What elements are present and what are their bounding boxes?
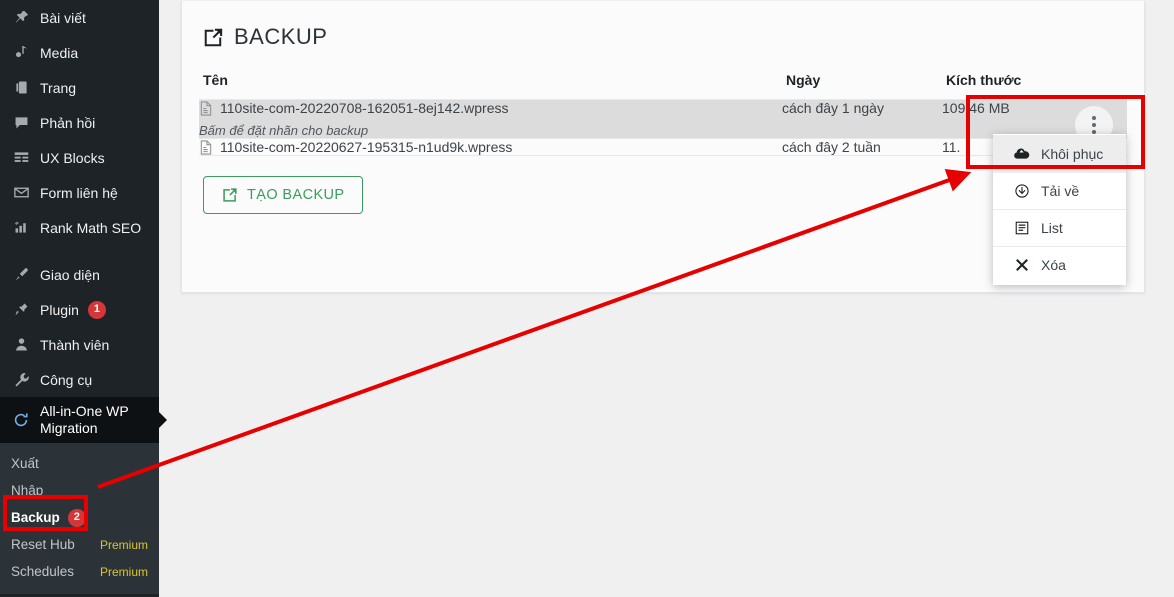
table-row[interactable]: 110site-com-20220708-162051-8ej142.wpres… — [199, 99, 1127, 144]
sidebar-item-posts[interactable]: Bài viết — [0, 0, 159, 35]
sidebar-item-label: Media — [40, 44, 79, 61]
screen: Bài viết Media Trang Phản hồi UX Blocks — [0, 0, 1174, 597]
sidebar-item-pages[interactable]: Trang — [0, 70, 159, 105]
backup-size-cell: 109,46 MB — [942, 99, 1127, 144]
sidebar-item-appearance[interactable]: Giao diện — [0, 257, 159, 292]
submenu-item-label: Xuất — [11, 456, 39, 471]
submenu-item-label: Nhập — [11, 483, 44, 498]
backup-date-cell: cách đây 1 ngày — [782, 99, 942, 139]
pages-icon — [11, 78, 31, 98]
seo-chart-icon — [11, 218, 31, 238]
submenu-item-reset-hub[interactable]: Reset Hub Premium — [0, 531, 159, 558]
page-title: BACKUP — [182, 1, 1144, 50]
wrench-icon — [11, 370, 31, 390]
sidebar-item-contact-form[interactable]: Form liên hệ — [0, 175, 159, 210]
blocks-icon — [11, 148, 31, 168]
sidebar-item-comments[interactable]: Phản hồi — [0, 105, 159, 140]
sidebar-item-users[interactable]: Thành viên — [0, 327, 159, 362]
sidebar-item-ux-blocks[interactable]: UX Blocks — [0, 140, 159, 175]
sidebar-item-label: Phản hồi — [40, 114, 96, 131]
submenu-item-schedules[interactable]: Schedules Premium — [0, 558, 159, 585]
sidebar-item-label: UX Blocks — [40, 149, 105, 166]
column-header-date: Ngày — [782, 72, 942, 100]
sidebar-item-label: Plugin — [40, 301, 79, 318]
sidebar-item-all-in-one-wp-migration[interactable]: All-in-One WP Migration — [0, 397, 167, 443]
kebab-dot — [1092, 123, 1096, 127]
sidebar-item-rank-math-seo[interactable]: Rank Math SEO — [0, 210, 159, 245]
sidebar-item-label: Form liên hệ — [40, 184, 118, 201]
menu-item-download[interactable]: Tải về — [993, 172, 1126, 209]
menu-item-label: Tải về — [1041, 183, 1080, 199]
cloud-restore-icon — [1013, 145, 1030, 162]
submenu-item-export[interactable]: Xuất — [0, 450, 159, 477]
backup-date-cell: cách đây 2 tuần — [782, 138, 942, 156]
backup-file-name: 110site-com-20220627-195315-n1ud9k.wpres… — [220, 139, 513, 155]
premium-tag: Premium — [99, 537, 148, 552]
admin-sidebar: Bài viết Media Trang Phản hồi UX Blocks — [0, 0, 167, 597]
sidebar-item-media[interactable]: Media — [0, 35, 159, 70]
premium-tag: Premium — [99, 564, 148, 579]
backup-file: 110site-com-20220627-195315-n1ud9k.wpres… — [199, 139, 782, 155]
table-header-row: Tên Ngày Kích thước — [199, 72, 1127, 100]
submenu-item-import[interactable]: Nhập — [0, 477, 159, 504]
migration-icon — [11, 410, 31, 430]
close-x-icon — [1013, 257, 1030, 274]
backup-file-name: 110site-com-20220708-162051-8ej142.wpres… — [220, 100, 509, 116]
sidebar-item-tools[interactable]: Công cụ — [0, 362, 159, 397]
brush-icon — [11, 265, 31, 285]
download-icon — [1013, 183, 1030, 200]
sidebar-item-label: Giao diện — [40, 266, 100, 283]
file-icon — [199, 100, 213, 116]
submenu-item-backup[interactable]: Backup 2 — [0, 504, 159, 531]
sidebar-item-label: Bài viết — [40, 9, 86, 26]
column-header-name: Tên — [199, 72, 782, 100]
kebab-dot — [1092, 116, 1096, 120]
sidebar-item-label: Thành viên — [40, 336, 110, 353]
backup-label-hint[interactable]: Bấm để đặt nhãn cho backup — [199, 123, 782, 138]
backup-file: 110site-com-20220708-162051-8ej142.wpres… — [199, 100, 782, 116]
backup-size-text: 109,46 MB — [942, 100, 1010, 116]
menu-item-label: Khôi phục — [1041, 145, 1104, 162]
menu-item-delete[interactable]: Xóa — [993, 246, 1126, 283]
backup-name-cell[interactable]: 110site-com-20220708-162051-8ej142.wpres… — [199, 99, 782, 139]
row-actions-menu: Khôi phục Tải về List Xóa — [993, 134, 1126, 285]
envelope-icon — [11, 183, 31, 203]
create-backup-label: TẠO BACKUP — [247, 187, 345, 203]
sidebar-item-label: Công cụ — [40, 371, 93, 388]
sidebar-item-label: All-in-One WP Migration — [40, 403, 129, 436]
page-title-text: BACKUP — [234, 24, 328, 49]
table-head: Tên Ngày Kích thước — [199, 72, 1127, 100]
media-icon — [11, 43, 31, 63]
backup-table: Tên Ngày Kích thước 110site-com-20220708… — [199, 72, 1127, 156]
menu-item-label: Xóa — [1041, 257, 1066, 273]
pin-icon — [11, 8, 31, 28]
plugin-update-badge: 1 — [87, 300, 106, 319]
file-icon — [199, 139, 213, 155]
submenu-item-label: Backup — [11, 510, 60, 525]
menu-item-label: List — [1041, 220, 1063, 236]
table-row[interactable]: 110site-com-20220627-195315-n1ud9k.wpres… — [199, 138, 1127, 156]
backup-name-cell[interactable]: 110site-com-20220627-195315-n1ud9k.wpres… — [199, 138, 782, 156]
sidebar-item-label: Trang — [40, 79, 77, 96]
table-body: 110site-com-20220708-162051-8ej142.wpres… — [199, 99, 1127, 156]
submenu-item-label: Schedules — [11, 564, 75, 579]
list-icon — [1013, 220, 1030, 237]
submenu-item-label: Reset Hub — [11, 537, 75, 552]
menu-item-restore[interactable]: Khôi phục — [993, 135, 1126, 172]
export-icon — [203, 27, 224, 48]
export-icon — [222, 187, 238, 203]
column-header-size: Kích thước — [942, 72, 1127, 100]
migration-submenu: Xuất Nhập Backup 2 Reset Hub Premium Sch… — [0, 443, 159, 594]
menu-item-list[interactable]: List — [993, 209, 1126, 246]
backup-count-badge: 2 — [67, 508, 86, 527]
user-icon — [11, 335, 31, 355]
comment-icon — [11, 113, 31, 133]
create-backup-button[interactable]: TẠO BACKUP — [203, 176, 364, 214]
sidebar-item-plugins[interactable]: Plugin 1 — [0, 292, 159, 327]
sidebar-item-label: Rank Math SEO — [40, 219, 142, 236]
plug-icon — [11, 300, 31, 320]
